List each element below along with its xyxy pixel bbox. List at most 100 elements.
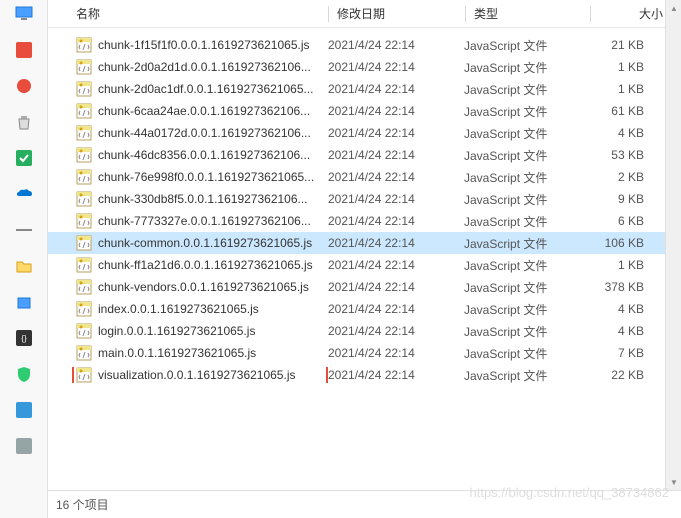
- file-type-cell: JavaScript 文件: [464, 323, 580, 340]
- folder-icon[interactable]: [14, 256, 34, 276]
- file-row[interactable]: index.0.0.1.1619273621065.js 2021/4/24 22…: [48, 298, 681, 320]
- column-separator[interactable]: [590, 6, 591, 22]
- column-header-type[interactable]: 类型: [474, 5, 590, 22]
- js-file-icon: [76, 257, 92, 273]
- file-row[interactable]: visualization.0.0.1.1619273621065.js2021…: [48, 364, 681, 386]
- green-check-icon[interactable]: [14, 148, 34, 168]
- taskbar-sidebar: {}: [0, 0, 48, 518]
- vertical-scrollbar[interactable]: ▲ ▼: [665, 0, 681, 490]
- file-date-cell: 2021/4/24 22:14: [328, 302, 464, 316]
- file-name-text: chunk-46dc8356.0.0.1.161927362106...: [98, 148, 310, 162]
- file-type-cell: JavaScript 文件: [464, 59, 580, 76]
- js-file-icon: [76, 81, 92, 97]
- file-name-cell[interactable]: chunk-6caa24ae.0.0.1.161927362106...: [48, 103, 328, 119]
- file-name-cell[interactable]: chunk-2d0a2d1d.0.0.1.161927362106...: [48, 59, 328, 75]
- js-file-icon: [76, 191, 92, 207]
- file-name-cell[interactable]: chunk-1f15f1f0.0.0.1.1619273621065.js: [48, 37, 328, 53]
- file-row[interactable]: chunk-6caa24ae.0.0.1.161927362106...2021…: [48, 100, 681, 122]
- file-row[interactable]: login.0.0.1.1619273621065.js2021/4/24 22…: [48, 320, 681, 342]
- item-count-label: 16 个项目: [56, 496, 109, 513]
- monitor-icon[interactable]: [14, 4, 34, 24]
- file-name-cell[interactable]: index.0.0.1.1619273621065.js: [48, 301, 328, 317]
- file-row[interactable]: chunk-44a0172d.0.0.1.161927362106... 2021…: [48, 122, 681, 144]
- file-name-cell[interactable]: chunk-44a0172d.0.0.1.161927362106...: [48, 125, 328, 141]
- svg-text:{}: {}: [21, 334, 27, 343]
- file-size-cell: 21 KB: [580, 38, 660, 52]
- file-name-text: login.0.0.1.1619273621065.js: [98, 324, 255, 338]
- file-name-cell[interactable]: chunk-7773327e.0.0.1.161927362106...: [48, 213, 328, 229]
- file-size-cell: 9 KB: [580, 192, 660, 206]
- file-name-cell[interactable]: main.0.0.1.1619273621065.js: [48, 345, 328, 361]
- file-name-cell[interactable]: chunk-2d0ac1df.0.0.1.1619273621065...: [48, 81, 328, 97]
- js-file-icon: [76, 279, 92, 295]
- file-name-text: main.0.0.1.1619273621065.js: [98, 346, 256, 360]
- file-name-cell[interactable]: visualization.0.0.1.1619273621065.js: [48, 367, 328, 383]
- scroll-up-arrow-icon[interactable]: ▲: [666, 0, 681, 16]
- red-app-icon[interactable]: [14, 40, 34, 60]
- file-row[interactable]: chunk-46dc8356.0.0.1.161927362106...2021…: [48, 144, 681, 166]
- file-row[interactable]: chunk-2d0ac1df.0.0.1.1619273621065...202…: [48, 78, 681, 100]
- file-row[interactable]: chunk-common.0.0.1.1619273621065.js 2021/…: [48, 232, 681, 254]
- file-name-cell[interactable]: chunk-ff1a21d6.0.0.1.1619273621065.js: [48, 257, 328, 273]
- column-separator[interactable]: [328, 6, 329, 22]
- file-type-cell: JavaScript 文件: [464, 37, 580, 54]
- scroll-down-arrow-icon[interactable]: ▼: [666, 474, 681, 490]
- file-name-cell[interactable]: chunk-46dc8356.0.0.1.161927362106...: [48, 147, 328, 163]
- column-header-name[interactable]: 名称: [48, 5, 328, 22]
- file-type-cell: JavaScript 文件: [464, 279, 580, 296]
- code-icon[interactable]: {}: [14, 328, 34, 348]
- column-header-date[interactable]: 修改日期: [337, 5, 465, 22]
- file-name-cell[interactable]: login.0.0.1.1619273621065.js: [48, 323, 328, 339]
- file-date-cell: 2021/4/24 22:14: [328, 258, 464, 272]
- file-type-cell: JavaScript 文件: [464, 301, 580, 318]
- file-list: chunk-1f15f1f0.0.0.1.1619273621065.js 202…: [48, 28, 681, 490]
- file-row[interactable]: chunk-7773327e.0.0.1.161927362106...2021…: [48, 210, 681, 232]
- file-name-text: chunk-common.0.0.1.1619273621065.js: [98, 236, 312, 250]
- file-row[interactable]: chunk-330db8f5.0.0.1.161927362106...2021…: [48, 188, 681, 210]
- file-row[interactable]: main.0.0.1.1619273621065.js2021/4/24 22:…: [48, 342, 681, 364]
- file-name-cell[interactable]: chunk-common.0.0.1.1619273621065.js: [48, 235, 328, 251]
- app-icon[interactable]: [14, 400, 34, 420]
- file-name-cell[interactable]: chunk-vendors.0.0.1.1619273621065.js: [48, 279, 328, 295]
- file-date-cell: 2021/4/24 22:14: [328, 280, 464, 294]
- file-size-cell: 4 KB: [580, 324, 660, 338]
- file-date-cell: 2021/4/24 22:14: [328, 236, 464, 250]
- file-name-text: chunk-330db8f5.0.0.1.161927362106...: [98, 192, 308, 206]
- line-icon[interactable]: [14, 220, 34, 240]
- file-type-cell: JavaScript 文件: [464, 81, 580, 98]
- file-type-cell: JavaScript 文件: [464, 103, 580, 120]
- file-name-text: chunk-44a0172d.0.0.1.161927362106...: [98, 126, 311, 140]
- file-name-text: index.0.0.1.1619273621065.js: [98, 302, 259, 316]
- file-row[interactable]: chunk-2d0a2d1d.0.0.1.161927362106...2021…: [48, 56, 681, 78]
- js-file-icon: [76, 125, 92, 141]
- onedrive-icon[interactable]: [14, 184, 34, 204]
- file-row[interactable]: chunk-76e998f0.0.0.1.1619273621065... 202…: [48, 166, 681, 188]
- misc-icon[interactable]: [14, 436, 34, 456]
- file-size-cell: 22 KB: [580, 368, 660, 382]
- recycle-bin-icon[interactable]: [14, 112, 34, 132]
- file-size-cell: 2 KB: [580, 170, 660, 184]
- file-type-cell: JavaScript 文件: [464, 191, 580, 208]
- file-type-cell: JavaScript 文件: [464, 257, 580, 274]
- red-circle-icon[interactable]: [14, 76, 34, 96]
- file-name-text: visualization.0.0.1.1619273621065.js: [98, 368, 295, 382]
- file-type-cell: JavaScript 文件: [464, 169, 580, 186]
- file-row[interactable]: chunk-ff1a21d6.0.0.1.1619273621065.js202…: [48, 254, 681, 276]
- js-file-icon: [76, 59, 92, 75]
- js-file-icon: [76, 367, 92, 383]
- file-row[interactable]: chunk-vendors.0.0.1.1619273621065.js2021…: [48, 276, 681, 298]
- js-file-icon: [76, 169, 92, 185]
- file-type-cell: JavaScript 文件: [464, 147, 580, 164]
- file-name-cell[interactable]: chunk-330db8f5.0.0.1.161927362106...: [48, 191, 328, 207]
- shield-icon[interactable]: [14, 364, 34, 384]
- file-row[interactable]: chunk-1f15f1f0.0.0.1.1619273621065.js202…: [48, 34, 681, 56]
- file-date-cell: 2021/4/24 22:14: [328, 126, 464, 140]
- file-name-cell[interactable]: chunk-76e998f0.0.0.1.1619273621065...: [48, 169, 328, 185]
- file-date-cell: 2021/4/24 22:14: [328, 170, 464, 184]
- device-icon[interactable]: [14, 292, 34, 312]
- file-size-cell: 53 KB: [580, 148, 660, 162]
- js-file-icon: [76, 345, 92, 361]
- file-name-text: chunk-76e998f0.0.0.1.1619273621065...: [98, 170, 314, 184]
- column-separator[interactable]: [465, 6, 466, 22]
- file-size-cell: 4 KB: [580, 302, 660, 316]
